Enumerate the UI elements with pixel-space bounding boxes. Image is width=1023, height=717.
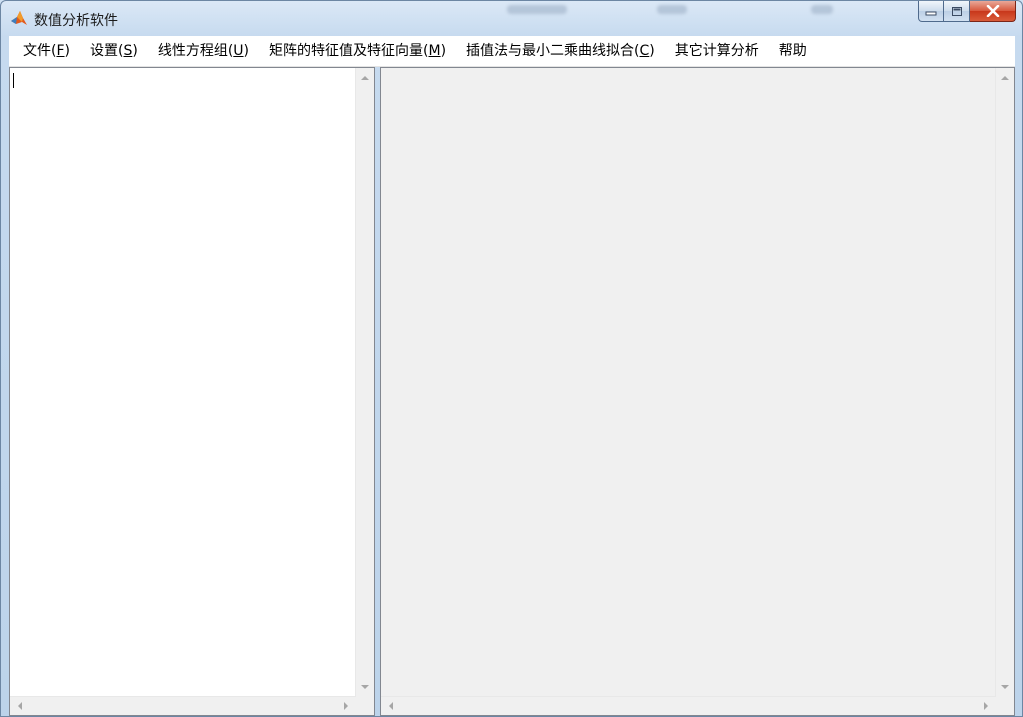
vertical-scrollbar[interactable] bbox=[995, 68, 1014, 697]
restore-icon bbox=[951, 6, 962, 16]
menu-file[interactable]: 文件(F) bbox=[9, 36, 80, 66]
menu-help[interactable]: 帮助 bbox=[769, 36, 817, 66]
menu-linear-equations[interactable]: 线性方程组(U) bbox=[148, 36, 259, 66]
maximize-button[interactable] bbox=[944, 1, 970, 22]
close-button[interactable] bbox=[970, 1, 1016, 22]
title-bar[interactable]: 数值分析软件 bbox=[1, 1, 1022, 35]
scroll-right-icon[interactable] bbox=[344, 702, 348, 710]
horizontal-scrollbar[interactable] bbox=[381, 696, 996, 715]
matlab-icon bbox=[11, 11, 27, 25]
minimize-button[interactable] bbox=[918, 1, 944, 22]
output-panel[interactable] bbox=[380, 67, 1015, 716]
input-editor[interactable] bbox=[9, 67, 375, 716]
scroll-down-icon[interactable] bbox=[1001, 685, 1009, 689]
scrollbar-corner bbox=[996, 697, 1014, 715]
window-title: 数值分析软件 bbox=[34, 13, 118, 29]
menu-interpolation[interactable]: 插值法与最小二乘曲线拟合(C) bbox=[456, 36, 665, 66]
scroll-left-icon[interactable] bbox=[389, 702, 393, 710]
scroll-left-icon[interactable] bbox=[18, 702, 22, 710]
scroll-up-icon[interactable] bbox=[361, 76, 369, 80]
scroll-up-icon[interactable] bbox=[1001, 76, 1009, 80]
scroll-right-icon[interactable] bbox=[984, 702, 988, 710]
text-caret bbox=[13, 73, 14, 88]
scrollbar-corner bbox=[356, 697, 374, 715]
vertical-scrollbar[interactable] bbox=[355, 68, 374, 697]
menu-settings[interactable]: 设置(S) bbox=[80, 36, 148, 66]
close-icon bbox=[986, 5, 999, 17]
app-window: 数值分析软件 文件(F) 设置(S) 线性方程组(U) 矩阵的特征值及特征向量(… bbox=[0, 0, 1023, 717]
menu-bar: 文件(F) 设置(S) 线性方程组(U) 矩阵的特征值及特征向量(M) 插值法与… bbox=[9, 36, 1015, 67]
horizontal-scrollbar[interactable] bbox=[10, 696, 356, 715]
minimize-icon bbox=[925, 11, 937, 16]
blurred-region bbox=[811, 5, 833, 14]
scroll-down-icon[interactable] bbox=[361, 685, 369, 689]
caption-buttons bbox=[918, 1, 1016, 22]
menu-eigen[interactable]: 矩阵的特征值及特征向量(M) bbox=[259, 36, 456, 66]
blurred-region bbox=[657, 5, 687, 14]
menu-other[interactable]: 其它计算分析 bbox=[665, 36, 769, 66]
blurred-region bbox=[507, 5, 567, 14]
